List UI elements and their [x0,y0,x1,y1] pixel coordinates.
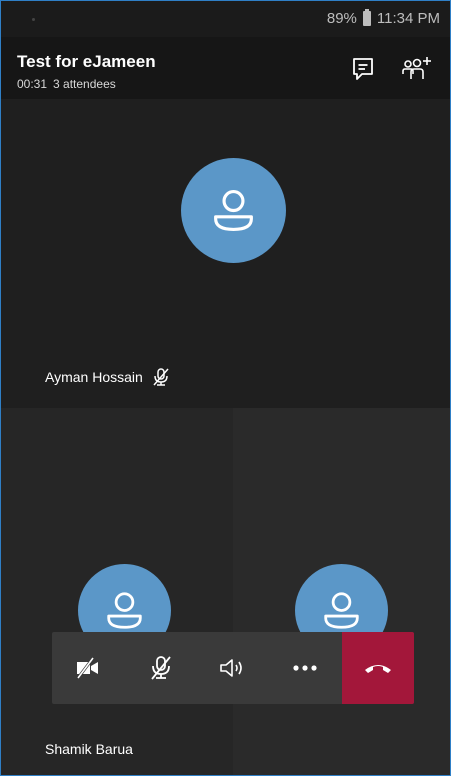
mic-off-icon [153,368,169,386]
participant-name: Ayman Hossain [45,369,143,385]
more-options-icon [293,665,317,671]
attendee-count: 3 attendees [53,77,116,91]
add-people-button[interactable] [401,55,431,83]
status-bar: 89% 11:34 PM [1,1,450,37]
more-options-button[interactable] [269,632,341,704]
avatar [181,158,286,263]
mic-off-icon [150,656,171,680]
participant-name-label: Ayman Hossain [45,367,171,387]
participant-tile[interactable]: Shamik Barua [1,408,233,775]
status-right: 89% 11:34 PM [326,9,440,27]
participant-name: Shamik Barua [45,741,133,757]
speaker-button[interactable] [197,632,269,704]
camera-toggle-button[interactable] [52,632,124,704]
add-people-icon [402,57,431,79]
meeting-title: Test for eJameen [17,52,156,71]
call-header: Test for eJameen 00:31 3 attendees [1,37,450,99]
camera-off-icon [76,657,99,679]
hang-up-icon [364,665,391,673]
hang-up-button[interactable] [341,632,414,704]
chat-icon [353,58,373,80]
battery-icon [362,9,371,26]
call-duration: 00:31 [17,77,48,91]
chat-button[interactable] [349,55,377,83]
participant-tile[interactable] [233,408,450,775]
clock: 11:34 PM [376,10,440,27]
call-screen: 89% 11:34 PM Test for eJameen 00:31 3 at… [0,0,451,776]
mute-button[interactable] [124,632,196,704]
speaker-icon [220,659,242,677]
participant-tile[interactable]: Ayman Hossain [1,99,450,408]
call-controls [52,632,414,704]
meeting-info: 00:31 3 attendees [17,77,116,91]
notification-dot [32,18,35,21]
participant-name-label: Shamik Barua [45,741,133,757]
battery-percent: 89% [326,10,357,27]
person-icon [214,190,253,231]
